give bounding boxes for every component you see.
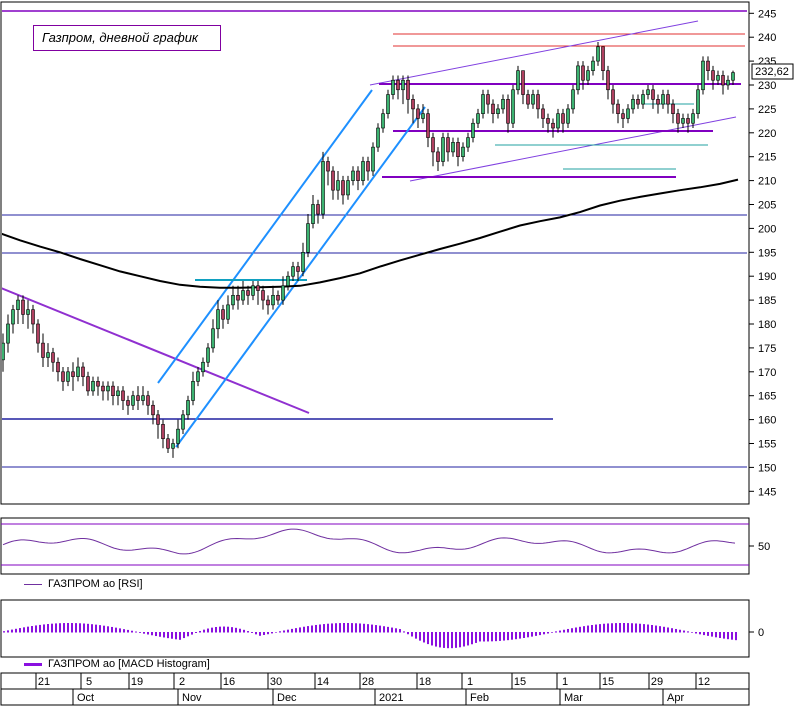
y-tick-label: 185 [758, 295, 776, 307]
candle [441, 132, 445, 167]
macd-legend-label: ГАЗПРОМ ао [MACD Histogram] [48, 658, 210, 670]
y-tick-label: 150 [758, 462, 776, 474]
candle [321, 151, 325, 219]
x-day-label: 1 [562, 676, 568, 688]
y-tick-label: 240 [758, 32, 776, 44]
rsi-legend-swatch [24, 584, 42, 585]
y-tick-label: 220 [758, 128, 776, 140]
x-day-label: 14 [317, 676, 329, 688]
y-tick-label: 170 [758, 367, 776, 379]
y-tick-label: 200 [758, 223, 776, 235]
x-day-label: 18 [419, 676, 431, 688]
y-tick-label: 180 [758, 319, 776, 331]
rsi-level-label: 50 [758, 541, 770, 553]
x-month-label: Oct [77, 692, 94, 704]
x-month-label: Mar [564, 692, 583, 704]
candle [511, 85, 515, 129]
x-month-label: Feb [470, 692, 489, 704]
chart-title: Газпром, дневной график [33, 25, 221, 51]
y-tick-label: 230 [758, 80, 776, 92]
y-tick-label: 225 [758, 104, 776, 116]
y-tick-label: 210 [758, 176, 776, 188]
x-day-label: 19 [131, 676, 143, 688]
y-tick-label: 245 [758, 8, 776, 20]
x-day-label: 21 [38, 676, 50, 688]
x-day-label: 16 [223, 676, 235, 688]
rsi-panel-frame [0, 517, 750, 575]
y-tick-label: 145 [758, 486, 776, 498]
x-day-label: 15 [602, 676, 614, 688]
x-day-label: 28 [362, 676, 374, 688]
candle [696, 85, 700, 119]
x-day-label: 12 [698, 676, 710, 688]
y-tick-label: 160 [758, 415, 776, 427]
x-day-label: 30 [270, 676, 282, 688]
macd-zero-label: 0 [758, 627, 764, 639]
x-month-label: 2021 [379, 692, 403, 704]
macd-legend-swatch [24, 663, 42, 666]
x-day-label: 5 [86, 676, 92, 688]
y-tick-label: 190 [758, 271, 776, 283]
rsi-legend-label: ГАЗПРОМ ао [RSI] [48, 578, 143, 590]
y-tick-label: 195 [758, 247, 776, 259]
candle [371, 142, 375, 176]
candle [576, 61, 580, 95]
x-month-label: Dec [277, 692, 297, 704]
x-day-label: 29 [651, 676, 663, 688]
last-price-label: 232,62 [755, 66, 789, 78]
x-month-label: Apr [667, 692, 684, 704]
y-tick-label: 205 [758, 200, 776, 212]
y-tick-label: 215 [758, 152, 776, 164]
y-tick-label: 165 [758, 391, 776, 403]
y-tick-label: 175 [758, 343, 776, 355]
x-day-label: 1 [467, 676, 473, 688]
y-axis: 145 150 155 160 165 170 175 180 185 190 195 200 205 2… [749, 8, 776, 498]
x-month-label: Nov [182, 692, 202, 704]
x-day-label: 2 [179, 676, 185, 688]
y-tick-label: 155 [758, 439, 776, 451]
candle [701, 56, 705, 95]
x-day-label: 15 [514, 676, 526, 688]
price-chart: 1451501551601651701751801851901952002052… [0, 1, 794, 706]
